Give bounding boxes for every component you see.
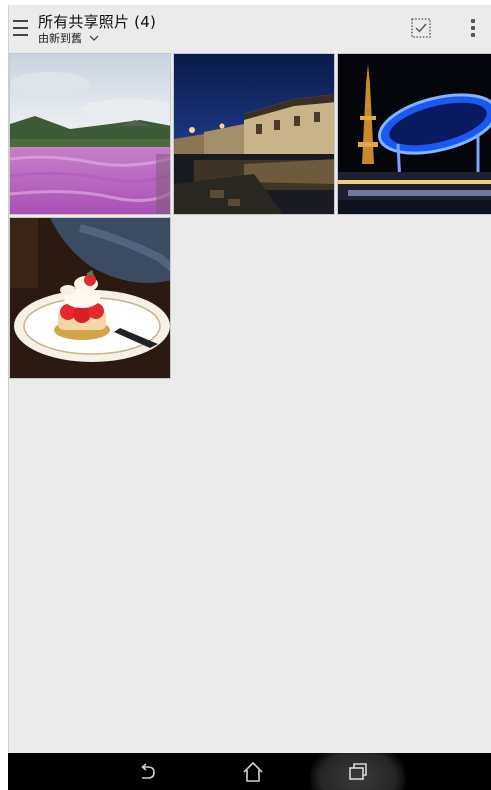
page-title: 所有共享照片 (4) <box>38 13 157 31</box>
photo-thumbnail-blue-tower[interactable] <box>337 53 491 215</box>
back-icon <box>141 762 155 779</box>
sort-dropdown[interactable]: 由新到舊 <box>38 30 100 46</box>
sort-label: 由新到舊 <box>38 32 82 45</box>
photo-thumbnail-night-canal[interactable] <box>173 53 335 215</box>
shared-photos-screen: 所有共享照片 (4) 由新到舊 <box>8 5 491 753</box>
system-navigation-bar <box>8 753 491 790</box>
hamburger-menu-icon[interactable] <box>12 17 30 39</box>
overflow-more-icon[interactable] <box>465 16 481 40</box>
pink-flower-field-photo <box>10 54 170 214</box>
multi-select-checkbox-icon[interactable] <box>410 17 432 39</box>
chevron-down-icon <box>89 35 99 41</box>
screen: 所有共享照片 (4) 由新到舊 <box>0 0 491 790</box>
home-button[interactable] <box>223 753 283 790</box>
home-icon <box>243 761 263 782</box>
night-canal-warehouses-photo <box>174 54 334 214</box>
illuminated-tower-and-blue-roof-photo <box>338 54 491 214</box>
photo-thumbnail-flower-field[interactable] <box>9 53 171 215</box>
action-bar: 所有共享照片 (4) 由新到舊 <box>9 5 491 51</box>
recent-apps-button[interactable] <box>328 753 388 790</box>
photo-thumbnail-dessert[interactable] <box>9 217 171 379</box>
recent-apps-icon <box>349 762 367 780</box>
back-button[interactable] <box>118 753 178 790</box>
strawberry-shortcake-dessert-photo <box>10 218 170 378</box>
